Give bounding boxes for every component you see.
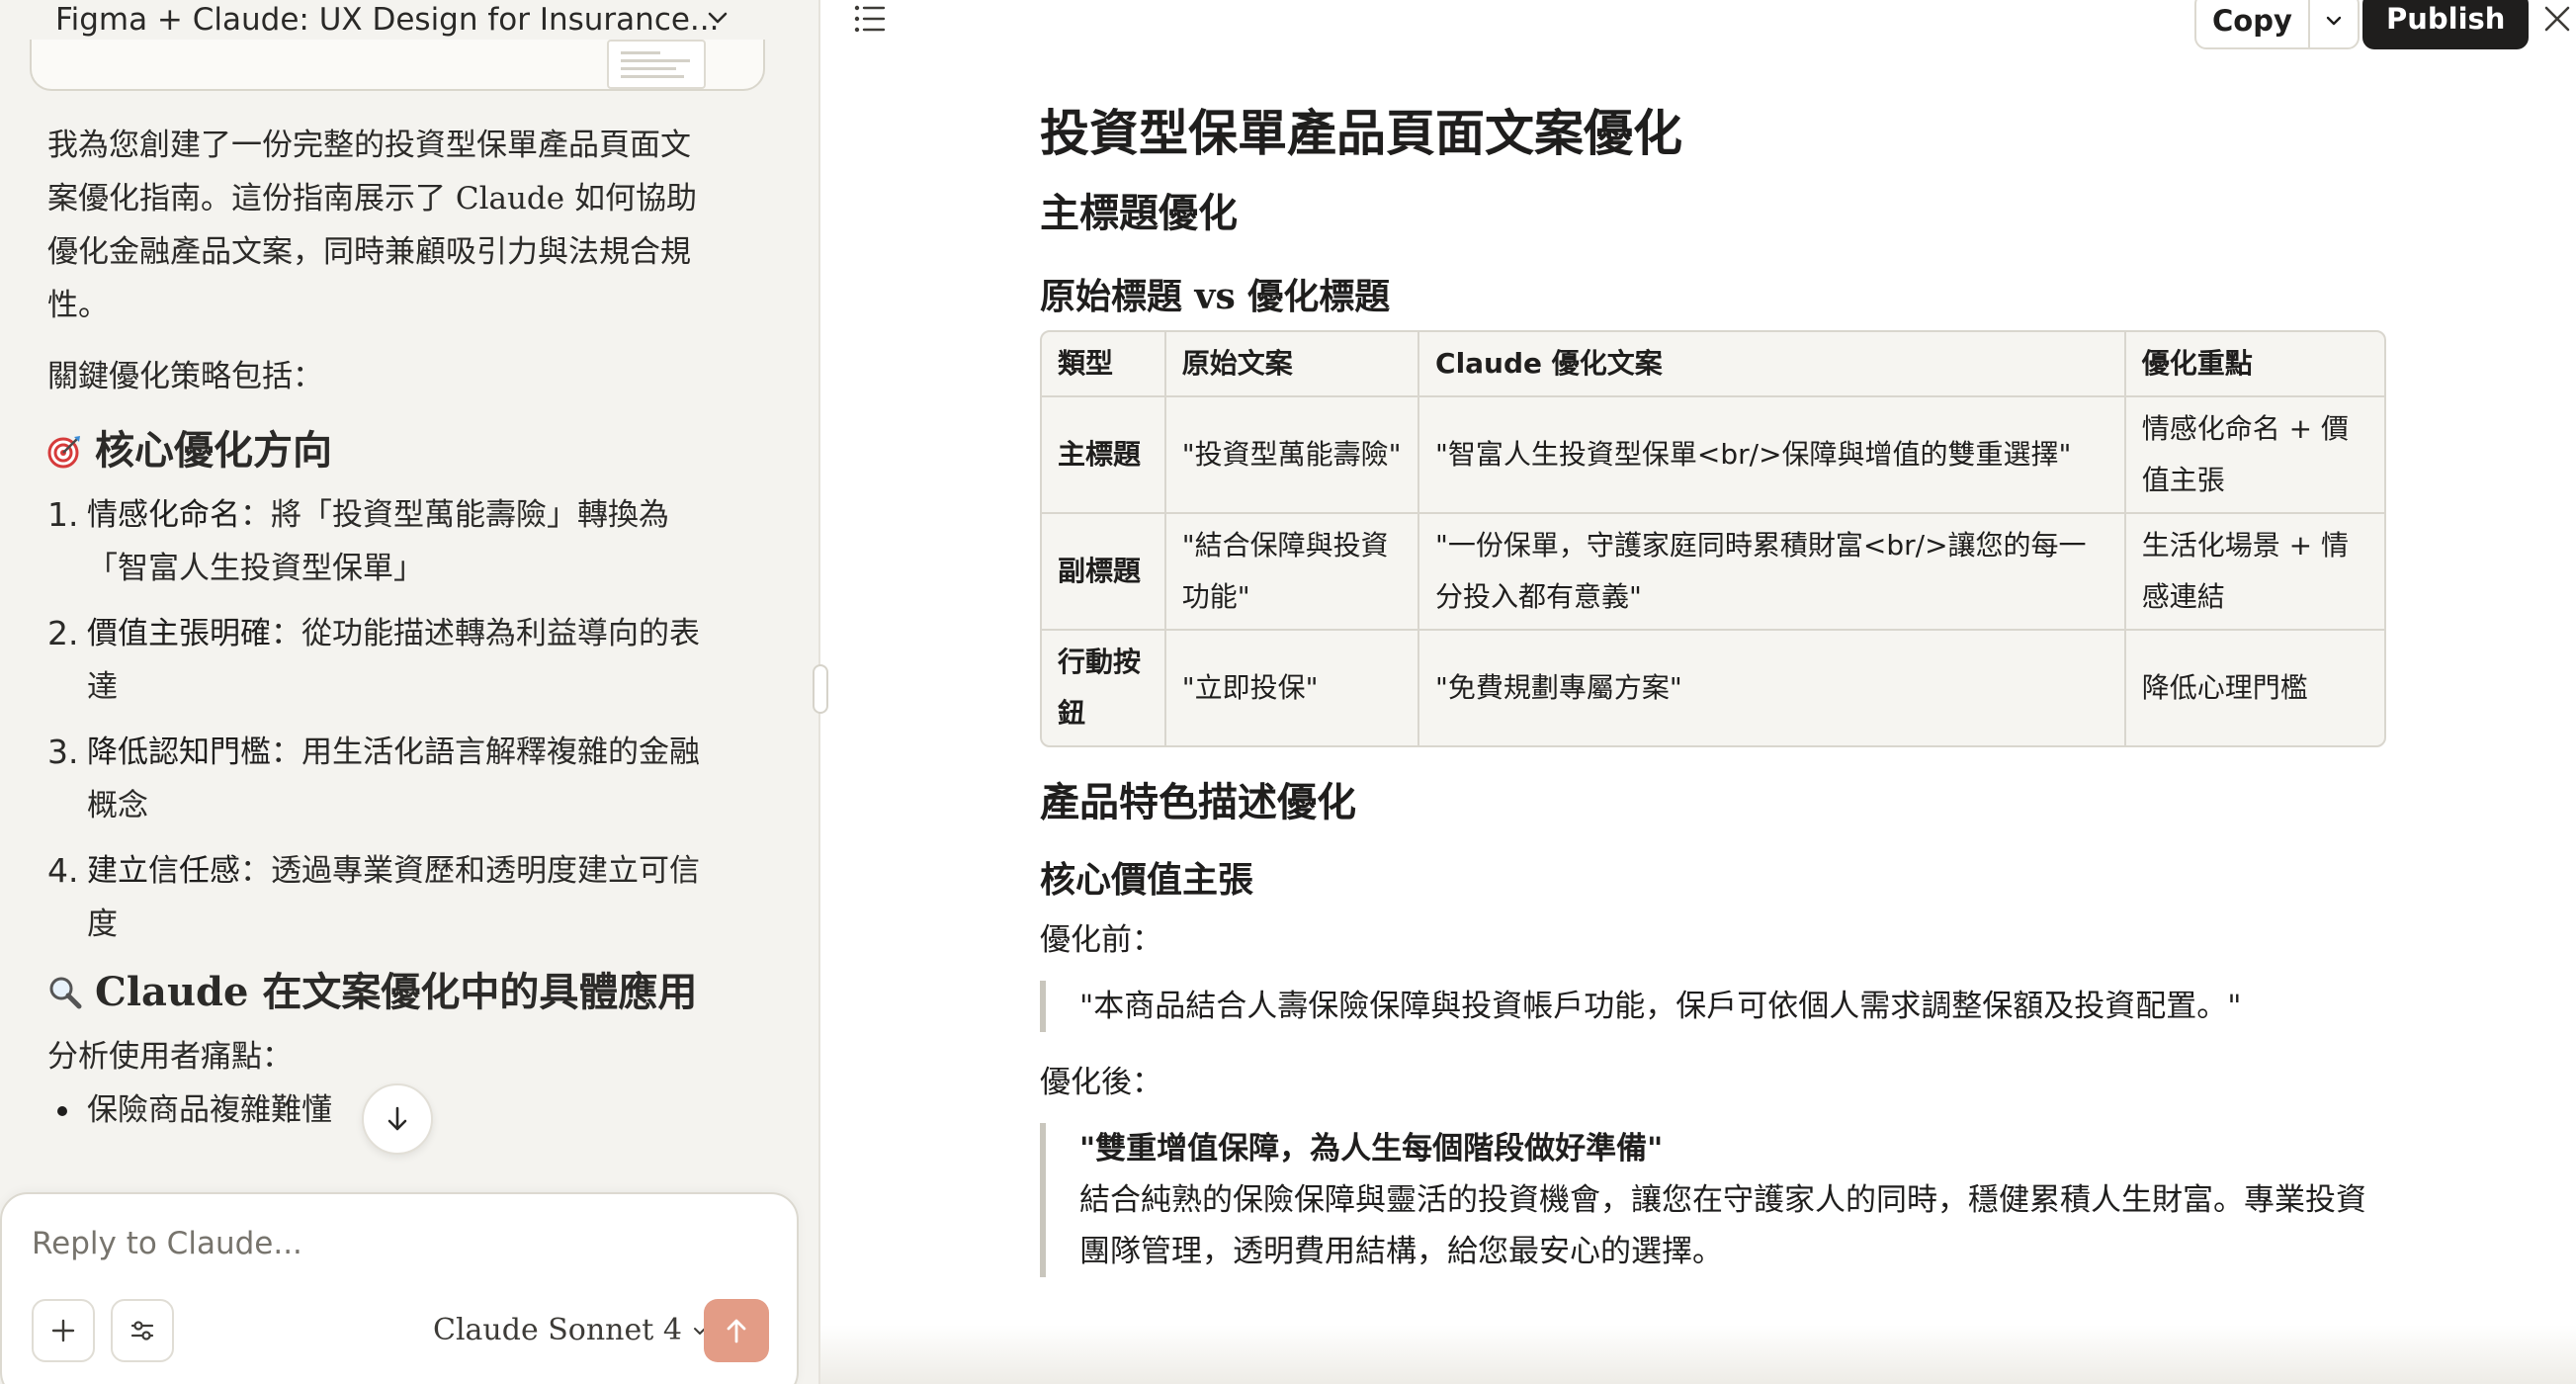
directions-list: 1. 情感化命名：將「投資型萬能壽險」轉換為「智富人生投資型保單」 2. 價值主張明… xyxy=(47,488,720,951)
table-of-contents-icon[interactable] xyxy=(852,2,888,36)
arrow-up-icon xyxy=(727,1319,746,1343)
close-icon[interactable] xyxy=(2540,2,2574,36)
plus-icon xyxy=(51,1319,75,1342)
reply-composer: Claude Sonnet 4 xyxy=(0,1192,799,1384)
magnifier-icon xyxy=(49,977,82,1009)
quote-text: 結合純熟的保險保障與靈活的投資機會，讓您在守護家人的同時，穩健累積人生財富。專業… xyxy=(1079,1182,2366,1269)
list-item: 1. 情感化命名：將「投資型萬能壽險」轉換為「智富人生投資型保單」 xyxy=(47,495,669,586)
scroll-to-bottom-button[interactable] xyxy=(362,1083,433,1155)
message-intro: 我為您創建了一份完整的投資型保單產品頁面文案優化指南。這份指南展示了 Claud… xyxy=(47,128,697,323)
column-header: 原始文案 xyxy=(1165,332,1420,397)
target-icon xyxy=(47,436,80,469)
table-cell: 行動按鈕 xyxy=(1042,631,1166,745)
before-label: 優化前： xyxy=(1040,922,1162,958)
reply-input[interactable] xyxy=(32,1226,724,1261)
list-item: 4. 建立信任感：透過專業資歷和透明度建立可信度 xyxy=(47,851,700,942)
section-title: 核心優化方向 xyxy=(95,427,332,474)
pane-resize-handle[interactable] xyxy=(813,664,828,714)
table-header-row: 類型 原始文案 Claude 優化文案 優化重點 xyxy=(1042,332,2384,397)
section-heading-directions: 核心優化方向 xyxy=(47,421,720,480)
strategy-lead: 關鍵優化策略包括： xyxy=(47,359,323,394)
table-cell: 降低心理門檻 xyxy=(2141,671,2308,704)
list-item: 3. 降低認知門檻：用生活化語言解釋複雜的金融概念 xyxy=(47,733,700,823)
heading-core-value: 核心價值主張 xyxy=(1040,859,1254,901)
section-heading-applications: Claude 在文案優化中的具體應用 xyxy=(47,963,720,1022)
model-selector[interactable]: Claude Sonnet 4 xyxy=(433,1313,710,1347)
section-title: Claude 在文案優化中的具體應用 xyxy=(95,969,698,1015)
quote-text: "本商品結合人壽保險保障與投資帳戶功能，保戶可依個人需求調整保額及投資配置。" xyxy=(1079,989,2242,1024)
conversation-header: Figma + Claude: UX Design for Insurance.… xyxy=(0,0,818,40)
after-label: 優化後： xyxy=(1040,1065,1162,1100)
copy-button-group: Copy xyxy=(2194,0,2360,49)
arrow-down-icon xyxy=(387,1106,407,1131)
table-cell: "立即投保" xyxy=(1166,631,1420,745)
table-cell: "免費規劃專屬方案" xyxy=(1419,631,2126,745)
model-name: Claude Sonnet 4 xyxy=(433,1313,682,1347)
heading-feature-optimization: 產品特色描述優化 xyxy=(1040,779,1356,825)
table-cell: 生活化場景 + 情感連結 xyxy=(2125,514,2384,631)
before-quote: "本商品結合人壽保險保障與投資帳戶功能，保戶可依個人需求調整保額及投資配置。" xyxy=(1040,981,2394,1032)
sliders-icon xyxy=(130,1321,154,1341)
add-content-button[interactable] xyxy=(32,1299,95,1362)
chat-pane: Figma + Claude: UX Design for Insurance.… xyxy=(0,0,820,1384)
heading-title-comparison: 原始標題 vs 優化標題 xyxy=(1040,276,1391,317)
copy-options-button[interactable] xyxy=(2310,0,2358,47)
assistant-message: 我為您創建了一份完整的投資型保單產品頁面文案優化指南。這份指南展示了 Claud… xyxy=(47,119,720,1137)
table-row: 行動按鈕 "立即投保" "免費規劃專屬方案" 降低心理門檻 xyxy=(1042,631,2384,745)
copy-button[interactable]: Copy xyxy=(2196,0,2310,47)
table-row: 副標題 "結合保障與投資功能" "一份保單，守護家庭同時累積財富<br/>讓您的… xyxy=(1042,514,2384,631)
after-quote: "雙重增值保障，為人生每個階段做好準備" 結合純熟的保險保障與靈活的投資機會，讓… xyxy=(1040,1123,2394,1277)
conversation-title[interactable]: Figma + Claude: UX Design for Insurance.… xyxy=(55,2,720,38)
send-button[interactable] xyxy=(704,1299,769,1362)
table-row: 主標題 "投資型萬能壽險" "智富人生投資型保單<br/>保障與增值的雙重選擇"… xyxy=(1042,397,2384,514)
table-cell: "一份保單，守護家庭同時累積財富<br/>讓您的每一分投入都有意義" xyxy=(1419,514,2126,631)
chevron-down-icon[interactable] xyxy=(704,4,731,32)
table-cell: 副標題 xyxy=(1042,514,1166,631)
quote-title: "雙重增值保障，為人生每個階段做好準備" xyxy=(1079,1131,1664,1167)
column-header: 優化重點 xyxy=(2125,332,2384,397)
comparison-table: 類型 原始文案 Claude 優化文案 優化重點 主標題 "投資型萬能壽險" "… xyxy=(1040,330,2386,747)
column-header: 類型 xyxy=(1042,332,1166,397)
table-cell: "投資型萬能壽險" xyxy=(1165,397,1420,514)
scroll-fade xyxy=(820,1325,2576,1384)
artifact-pane: Copy Publish 投資型保單產品頁面文案優化 主標題優化 原始標題 vs… xyxy=(820,0,2576,1384)
publish-button[interactable]: Publish xyxy=(2362,0,2530,49)
table-cell: 主標題 xyxy=(1042,397,1166,514)
list-item: 2. 價值主張明確：從功能描述轉為利益導向的表達 xyxy=(47,614,700,705)
heading-headline-optimization: 主標題優化 xyxy=(1040,190,1238,236)
table-cell: "結合保障與投資功能" xyxy=(1165,514,1420,631)
artifact-document: 投資型保單產品頁面文案優化 主標題優化 原始標題 vs 優化標題 類型 原始文案… xyxy=(1040,99,2394,1303)
table-cell: "智富人生投資型保單<br/>保障與增值的雙重選擇" xyxy=(1419,397,2126,514)
document-title: 投資型保單產品頁面文案優化 xyxy=(1040,104,1682,162)
chevron-down-icon xyxy=(2326,16,2342,26)
tools-button[interactable] xyxy=(111,1299,174,1362)
artifact-thumbnail xyxy=(607,40,706,89)
table-cell: 情感化命名 + 價值主張 xyxy=(2125,397,2384,514)
pain-lead: 分析使用者痛點： xyxy=(47,1039,293,1075)
column-header: Claude 優化文案 xyxy=(1419,332,2126,397)
